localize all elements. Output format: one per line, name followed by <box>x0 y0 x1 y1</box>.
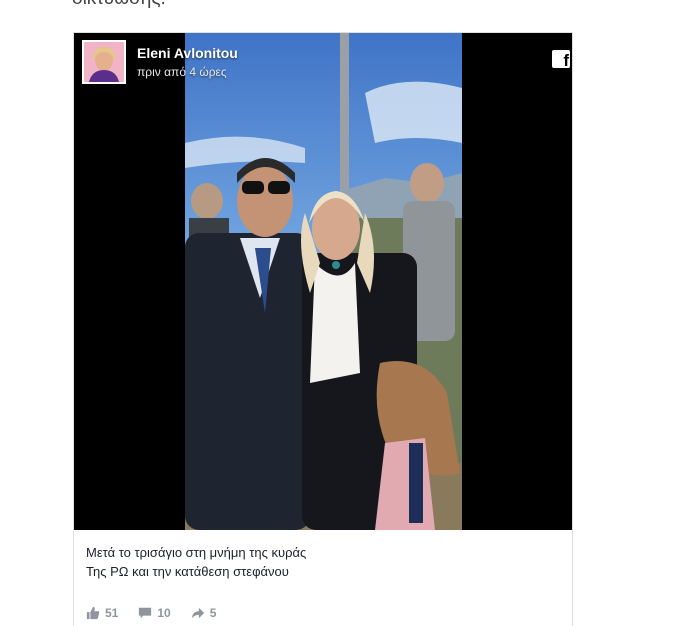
share-count: 5 <box>209 606 217 620</box>
author-name[interactable]: Eleni Avlonitou <box>137 45 238 61</box>
avatar[interactable] <box>82 40 126 84</box>
comment-count: 10 <box>157 606 171 620</box>
post-timestamp[interactable]: πριν από 4 ώρες <box>137 65 227 79</box>
caption-line: Της ΡΩ και την κατάθεση στεφάνου <box>86 564 289 579</box>
post-header: Eleni Avlonitou πριν από 4 ώρες f <box>82 40 570 86</box>
like-count: 51 <box>105 606 119 620</box>
post-stats: 51 10 5 <box>86 603 236 623</box>
facebook-post-embed: Eleni Avlonitou πριν από 4 ώρες f Μετά τ… <box>73 32 573 626</box>
share-arrow-icon <box>191 607 204 619</box>
facebook-icon[interactable]: f <box>552 50 570 68</box>
thumbs-up-icon <box>86 606 100 620</box>
article-text-fragment: δικτύωσης. <box>72 0 166 10</box>
avatar-image <box>84 42 124 82</box>
post-photo[interactable] <box>185 33 462 530</box>
comment-button[interactable]: 10 <box>138 606 171 620</box>
post-caption: Μετά το τρισάγιο στη μνήμη της κυράς Της… <box>86 543 556 581</box>
comment-icon <box>139 607 152 619</box>
share-button[interactable]: 5 <box>191 606 217 620</box>
caption-line: Μετά το τρισάγιο στη μνήμη της κυράς <box>86 545 307 560</box>
post-photo-area[interactable]: Eleni Avlonitou πριν από 4 ώρες f <box>74 33 572 530</box>
like-button[interactable]: 51 <box>86 606 118 620</box>
